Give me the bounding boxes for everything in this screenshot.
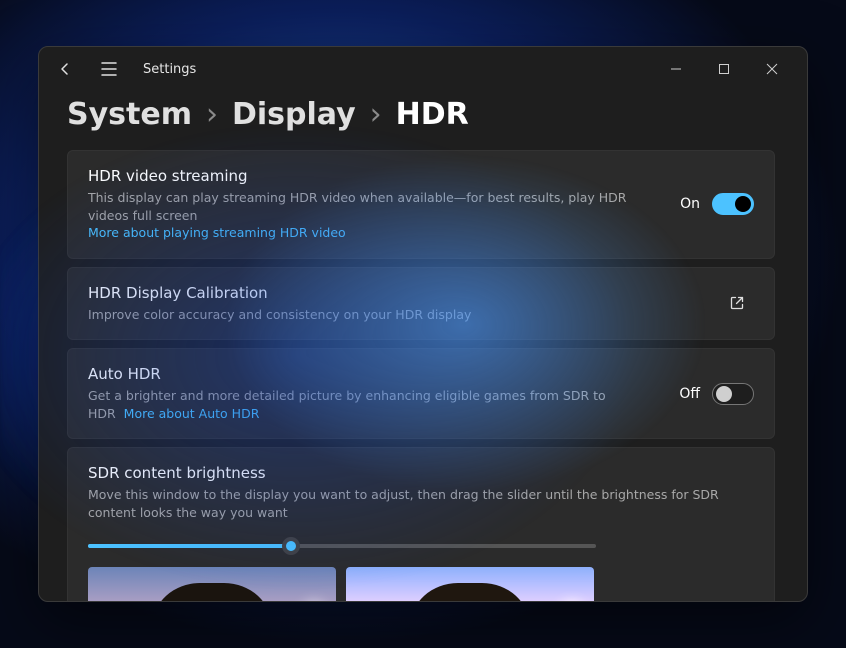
link-more-auto-hdr[interactable]: More about Auto HDR [124,406,260,421]
toggle-state-label: On [680,196,700,212]
nav-menu-button[interactable] [95,55,123,83]
row-hdr-video-streaming: HDR video streaming This display can pla… [67,150,775,259]
toggle-hdr-video-streaming[interactable] [712,193,754,215]
minimize-button[interactable] [653,53,699,85]
breadcrumb-hdr: HDR [396,97,469,132]
row-text: HDR video streaming This display can pla… [88,167,666,242]
back-button[interactable] [51,55,79,83]
toggle-group: Off [679,383,754,405]
window-title: Settings [143,62,196,77]
window-controls [653,53,795,85]
toggle-auto-hdr[interactable] [712,383,754,405]
settings-scroll-area[interactable]: HDR video streaming This display can pla… [67,150,779,601]
row-text: HDR Display Calibration Improve color ac… [88,284,706,324]
chevron-right-icon: › [370,97,382,132]
preview-hdr-thumbnail [346,567,594,601]
sdr-brightness-slider[interactable] [88,539,596,553]
row-title: HDR Display Calibration [88,284,706,302]
preview-sdr-thumbnail [88,567,336,601]
breadcrumb-system[interactable]: System [67,97,192,132]
row-description: Improve color accuracy and consistency o… [88,306,706,324]
chevron-right-icon: › [206,97,218,132]
sdr-brightness-slider-row [88,539,754,553]
toggle-state-label: Off [679,386,700,402]
breadcrumb-display[interactable]: Display [232,97,356,132]
row-hdr-display-calibration[interactable]: HDR Display Calibration Improve color ac… [67,267,775,341]
open-external-icon[interactable] [720,286,754,320]
row-description: Move this window to the display you want… [88,486,754,521]
row-description: This display can play streaming HDR vide… [88,189,666,242]
content-area: System › Display › HDR HDR video streami… [39,91,807,601]
maximize-button[interactable] [701,53,747,85]
row-title: Auto HDR [88,365,665,383]
row-title: SDR content brightness [88,464,754,482]
row-sdr-content-brightness: SDR content brightness Move this window … [67,447,775,601]
brightness-preview-thumbnails [88,567,754,601]
toggle-group: On [680,193,754,215]
link-more-streaming-hdr[interactable]: More about playing streaming HDR video [88,225,346,240]
slider-thumb[interactable] [282,537,300,555]
row-text: Auto HDR Get a brighter and more detaile… [88,365,665,422]
titlebar: Settings [39,47,807,91]
settings-window: Settings System › Display › HDR [38,46,808,602]
row-auto-hdr: Auto HDR Get a brighter and more detaile… [67,348,775,439]
breadcrumb: System › Display › HDR [67,97,779,132]
row-title: HDR video streaming [88,167,666,185]
row-text: SDR content brightness Move this window … [88,464,754,521]
row-description: Get a brighter and more detailed picture… [88,387,665,422]
close-button[interactable] [749,53,795,85]
